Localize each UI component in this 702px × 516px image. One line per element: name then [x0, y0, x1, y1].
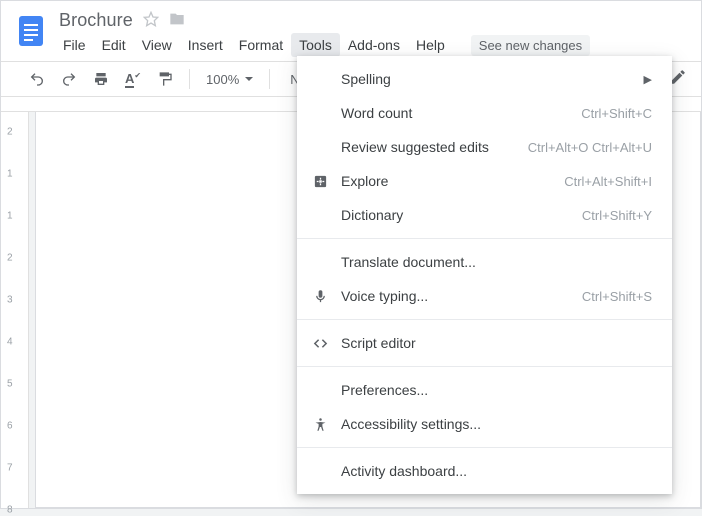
ruler-tick: 2 — [7, 253, 13, 264]
menu-item-label: Script editor — [341, 335, 652, 351]
menu-separator — [297, 366, 672, 367]
doc-title[interactable]: Brochure — [59, 10, 133, 31]
tools-menu-item-accessibility-settings[interactable]: Accessibility settings... — [297, 407, 672, 441]
tools-menu-item-voice-typing[interactable]: Voice typing...Ctrl+Shift+S — [297, 279, 672, 313]
menu-item-shortcut: Ctrl+Shift+S — [582, 289, 652, 304]
tools-menu-item-explore[interactable]: ExploreCtrl+Alt+Shift+I — [297, 164, 672, 198]
menu-item-label: Spelling — [341, 71, 644, 87]
toolbar-separator — [189, 69, 190, 89]
menu-item-label: Accessibility settings... — [341, 416, 652, 432]
code-icon — [313, 336, 341, 351]
ruler-tick: 4 — [7, 337, 13, 348]
menu-item-label: Preferences... — [341, 382, 652, 398]
menu-addons[interactable]: Add-ons — [340, 33, 408, 57]
menu-separator — [297, 238, 672, 239]
accessibility-icon — [313, 417, 341, 432]
redo-button[interactable] — [55, 65, 83, 93]
menu-item-label: Dictionary — [341, 207, 582, 223]
menubar: File Edit View Insert Format Tools Add-o… — [55, 33, 590, 57]
tools-menu-item-script-editor[interactable]: Script editor — [297, 326, 672, 360]
print-button[interactable] — [87, 65, 115, 93]
undo-button[interactable] — [23, 65, 51, 93]
tools-menu-item-spelling[interactable]: Spelling▶ — [297, 62, 672, 96]
ruler-tick: 6 — [7, 421, 13, 432]
menu-item-label: Review suggested edits — [341, 139, 528, 155]
menu-item-label: Voice typing... — [341, 288, 582, 304]
menu-edit[interactable]: Edit — [94, 33, 134, 57]
ruler-tick: 7 — [7, 463, 13, 474]
chevron-down-icon — [245, 77, 253, 81]
menu-item-label: Explore — [341, 173, 564, 189]
menu-separator — [297, 319, 672, 320]
tools-menu-item-preferences[interactable]: Preferences... — [297, 373, 672, 407]
header: Brochure File Edit View Insert Format To… — [1, 1, 701, 61]
star-icon[interactable] — [143, 11, 159, 30]
ruler-tick: 3 — [7, 295, 13, 306]
menu-item-shortcut: Ctrl+Shift+C — [581, 106, 652, 121]
menu-separator — [297, 447, 672, 448]
tools-menu-popup: Spelling▶Word countCtrl+Shift+CReview su… — [297, 56, 672, 494]
menu-insert[interactable]: Insert — [180, 33, 231, 57]
spellcheck-button[interactable]: A✔ — [119, 65, 147, 93]
vertical-ruler: 2112345678 — [1, 112, 29, 508]
menu-tools[interactable]: Tools — [291, 33, 340, 57]
explore-icon — [313, 174, 341, 189]
toolbar-separator — [269, 69, 270, 89]
zoom-select[interactable]: 100% — [200, 72, 259, 87]
docs-logo[interactable] — [11, 11, 51, 51]
ruler-tick: 5 — [7, 379, 13, 390]
folder-icon[interactable] — [169, 11, 185, 30]
ruler-tick: 8 — [7, 505, 13, 516]
zoom-value: 100% — [206, 72, 239, 87]
menu-item-label: Word count — [341, 105, 581, 121]
menu-format[interactable]: Format — [231, 33, 291, 57]
menu-item-shortcut: Ctrl+Shift+Y — [582, 208, 652, 223]
see-new-changes-button[interactable]: See new changes — [471, 35, 590, 56]
menu-item-label: Activity dashboard... — [341, 463, 652, 479]
ruler-tick: 2 — [7, 127, 13, 138]
tools-menu-item-activity-dashboard[interactable]: Activity dashboard... — [297, 454, 672, 488]
menu-item-label: Translate document... — [341, 254, 652, 270]
tools-menu-item-review-suggested-edits[interactable]: Review suggested editsCtrl+Alt+O Ctrl+Al… — [297, 130, 672, 164]
menu-item-shortcut: Ctrl+Alt+Shift+I — [564, 174, 652, 189]
tools-menu-item-dictionary[interactable]: DictionaryCtrl+Shift+Y — [297, 198, 672, 232]
menu-help[interactable]: Help — [408, 33, 453, 57]
menu-item-shortcut: Ctrl+Alt+O Ctrl+Alt+U — [528, 140, 652, 155]
ruler-tick: 1 — [7, 211, 13, 222]
tools-menu-item-word-count[interactable]: Word countCtrl+Shift+C — [297, 96, 672, 130]
menu-file[interactable]: File — [55, 33, 94, 57]
tools-menu-item-translate-document[interactable]: Translate document... — [297, 245, 672, 279]
ruler-tick: 1 — [7, 169, 13, 180]
submenu-arrow-icon: ▶ — [644, 73, 652, 86]
paint-format-button[interactable] — [151, 65, 179, 93]
mic-icon — [313, 289, 341, 304]
menu-view[interactable]: View — [134, 33, 180, 57]
